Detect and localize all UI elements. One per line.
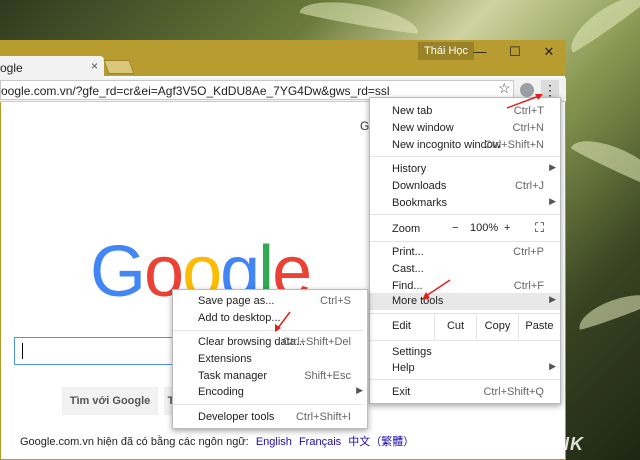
top-right-link[interactable]: G bbox=[360, 119, 369, 133]
lang-chinese-link[interactable]: 中文（繁體） bbox=[348, 436, 414, 448]
menu-item-label: Save page as... bbox=[198, 295, 275, 307]
menu-item-shortcut: Shift+Esc bbox=[304, 370, 351, 382]
lang-english-link[interactable]: English bbox=[256, 436, 292, 448]
menu-item-label: Extensions bbox=[198, 353, 252, 365]
edit-label: Edit bbox=[392, 320, 411, 332]
menu-item-cast[interactable]: Cast... bbox=[370, 261, 560, 278]
close-window-button[interactable]: ✕ bbox=[534, 44, 564, 60]
cut-button[interactable]: Cut bbox=[434, 314, 476, 339]
chrome-menu: New tab Ctrl+T New window Ctrl+N New incog… bbox=[369, 97, 561, 404]
menu-item-bookmarks[interactable]: Bookmarks ▶ bbox=[370, 195, 560, 212]
menu-item-label: Find... bbox=[392, 280, 423, 292]
submenu-item-encoding[interactable]: Encoding ▶ bbox=[173, 384, 367, 401]
menu-item-label: Developer tools bbox=[198, 411, 275, 423]
menu-item-exit[interactable]: Exit Ctrl+Shift+Q bbox=[370, 384, 560, 401]
tab-title: ogle bbox=[0, 61, 23, 75]
lang-french-link[interactable]: Français bbox=[299, 436, 341, 448]
menu-item-history[interactable]: History ▶ bbox=[370, 161, 560, 178]
menu-item-label: Print... bbox=[392, 246, 424, 258]
zoom-in-button[interactable]: + bbox=[504, 222, 510, 234]
submenu-item-extensions[interactable]: Extensions bbox=[173, 351, 367, 368]
fullscreen-icon[interactable]: ⛶ bbox=[535, 220, 544, 236]
more-tools-submenu: Save page as... Ctrl+S Add to desktop... … bbox=[172, 289, 368, 429]
text-caret bbox=[22, 343, 23, 359]
menu-item-print[interactable]: Print... Ctrl+P bbox=[370, 244, 560, 261]
submenu-arrow-icon: ▶ bbox=[549, 294, 556, 304]
minimize-button[interactable]: — bbox=[465, 44, 495, 60]
menu-item-edit: Edit Cut Copy Paste bbox=[370, 314, 560, 339]
submenu-item-task-manager[interactable]: Task manager Shift+Esc bbox=[173, 368, 367, 385]
new-tab-button[interactable] bbox=[103, 60, 135, 74]
background-leaf bbox=[574, 286, 640, 332]
menu-item-shortcut: Ctrl+P bbox=[513, 246, 544, 258]
menu-item-label: History bbox=[392, 163, 427, 175]
menu-item-label: Task manager bbox=[198, 370, 268, 382]
search-input[interactable] bbox=[14, 337, 194, 365]
annotation-arrow bbox=[422, 279, 451, 300]
menu-item-label: Add to desktop... bbox=[198, 312, 281, 324]
zoom-value: 100% bbox=[470, 222, 499, 234]
menu-item-shortcut: Ctrl+S bbox=[320, 295, 351, 307]
menu-divider bbox=[370, 241, 560, 242]
zoom-label: Zoom bbox=[392, 223, 421, 235]
menu-item-downloads[interactable]: Downloads Ctrl+J bbox=[370, 178, 560, 195]
submenu-item-save-page[interactable]: Save page as... Ctrl+S bbox=[173, 293, 367, 310]
google-search-button[interactable]: Tìm với Google bbox=[62, 387, 158, 415]
menu-item-new-window[interactable]: New window Ctrl+N bbox=[370, 120, 560, 137]
menu-item-incognito[interactable]: New incognito window Ctrl+Shift+N bbox=[370, 137, 560, 154]
menu-item-zoom: Zoom − 100% + ⛶ bbox=[370, 218, 560, 240]
menu-divider bbox=[173, 330, 363, 331]
menu-item-shortcut: Ctrl+Shift+Del bbox=[282, 336, 351, 348]
menu-item-shortcut: Ctrl+Shift+Q bbox=[483, 386, 544, 398]
menu-divider bbox=[370, 379, 560, 380]
menu-item-label: Help bbox=[392, 362, 415, 374]
logo-letter: G bbox=[90, 232, 146, 312]
annotation-arrow bbox=[506, 94, 543, 109]
menu-item-label: Exit bbox=[392, 386, 411, 398]
watermark-logo: GENK bbox=[528, 434, 585, 454]
submenu-item-developer-tools[interactable]: Developer tools Ctrl+Shift+I bbox=[173, 409, 367, 426]
menu-item-shortcut: Ctrl+Shift+N bbox=[484, 139, 544, 151]
menu-item-label: New tab bbox=[392, 105, 433, 117]
background-leaf bbox=[299, 0, 421, 36]
menu-item-shortcut: Ctrl+J bbox=[514, 180, 544, 192]
zoom-out-button[interactable]: − bbox=[452, 222, 458, 234]
menu-divider bbox=[370, 156, 560, 157]
submenu-item-add-desktop[interactable]: Add to desktop... bbox=[173, 310, 367, 327]
submenu-arrow-icon: ▶ bbox=[549, 162, 556, 172]
submenu-arrow-icon: ▶ bbox=[549, 361, 556, 371]
submenu-arrow-icon: ▶ bbox=[356, 385, 363, 395]
menu-item-label: Settings bbox=[392, 346, 432, 358]
menu-item-shortcut: Ctrl+F bbox=[513, 280, 544, 292]
language-links: Google.com.vn hiện đã có bằng các ngôn n… bbox=[20, 433, 414, 449]
menu-divider bbox=[173, 404, 363, 405]
submenu-item-clear-browsing-data[interactable]: Clear browsing data... Ctrl+Shift+Del bbox=[173, 334, 367, 351]
menu-item-shortcut: Ctrl+Shift+I bbox=[295, 411, 351, 423]
browser-tab[interactable]: ogle × bbox=[0, 56, 104, 78]
menu-item-label: Cast... bbox=[392, 263, 424, 275]
menu-item-label: New window bbox=[392, 122, 454, 134]
background-leaf bbox=[562, 0, 640, 55]
menu-item-label: Bookmarks bbox=[392, 197, 448, 209]
menu-item-settings[interactable]: Settings bbox=[370, 344, 560, 361]
menu-item-label: Downloads bbox=[392, 180, 447, 192]
menu-divider bbox=[370, 214, 560, 215]
submenu-arrow-icon: ▶ bbox=[549, 196, 556, 206]
tab-close-icon[interactable]: × bbox=[91, 59, 98, 73]
menu-divider bbox=[370, 340, 560, 341]
copy-button[interactable]: Copy bbox=[476, 314, 518, 339]
background-leaf bbox=[570, 129, 640, 193]
paste-button[interactable]: Paste bbox=[518, 314, 560, 339]
menu-item-help[interactable]: Help ▶ bbox=[370, 360, 560, 377]
annotation-arrow bbox=[275, 311, 291, 332]
menu-item-shortcut: Ctrl+N bbox=[512, 122, 544, 134]
menu-item-label: Encoding bbox=[198, 386, 244, 398]
menu-item-more-tools[interactable]: More tools ▶ bbox=[370, 293, 560, 310]
maximize-button[interactable]: ☐ bbox=[500, 44, 530, 60]
languages-prefix: Google.com.vn hiện đã có bằng các ngôn n… bbox=[20, 436, 249, 448]
